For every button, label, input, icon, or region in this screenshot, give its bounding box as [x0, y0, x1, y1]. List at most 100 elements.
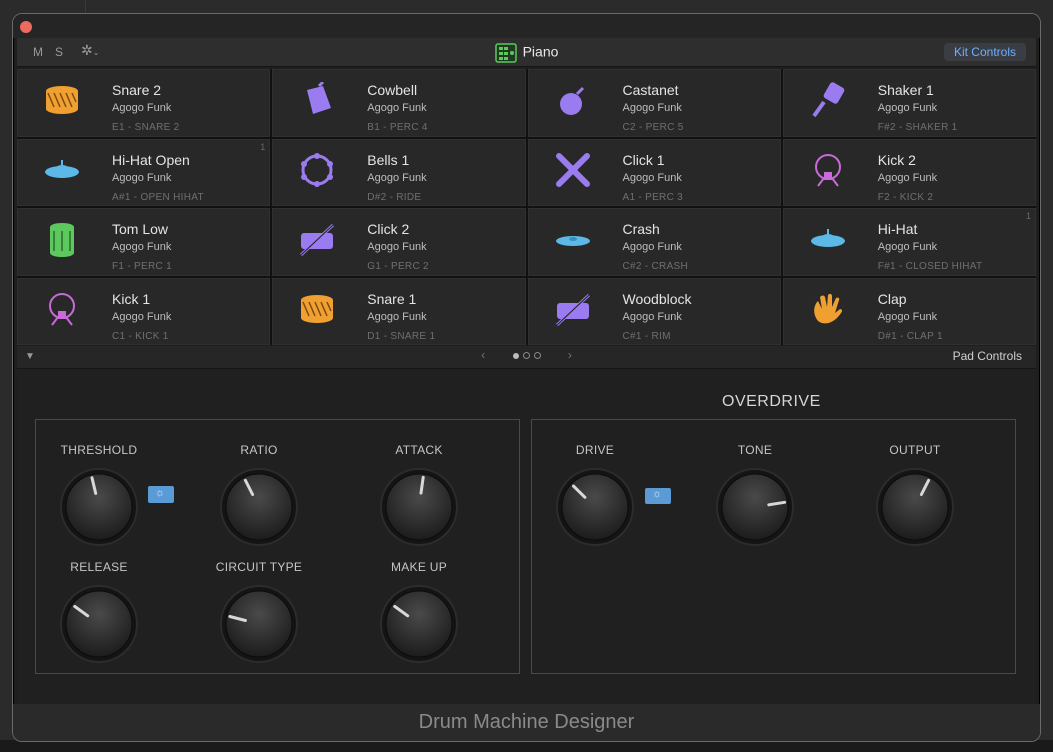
- pad-controls-label[interactable]: Pad Controls: [953, 349, 1022, 363]
- knob-label: TONE: [737, 443, 773, 457]
- pad-note-label: B1 - PERC 4: [367, 122, 428, 133]
- track-title-text: Piano: [522, 43, 559, 60]
- chevron-left-icon[interactable]: ‹: [481, 348, 485, 362]
- pad-note-label: E1 - SNARE 2: [112, 122, 180, 133]
- drum-pad[interactable]: Tom Low Agogo Funk F1 - PERC 1: [17, 208, 271, 276]
- rotary-knob[interactable]: [379, 584, 459, 664]
- pad-note-label: D#1 - CLAP 1: [877, 330, 943, 342]
- knob-label: MAKE UP: [390, 560, 448, 574]
- pad-name: Click 1: [622, 151, 665, 168]
- pad-name: Hi-Hat: [877, 221, 918, 237]
- pad-note-label: C2 - PERC 5: [622, 122, 684, 133]
- drum-pad[interactable]: Kick 2 Agogo Funk F2 - KICK 2: [782, 138, 1036, 206]
- pad-kit-name: Agogo Funk: [877, 171, 938, 184]
- knob-label: THRESHOLD: [60, 443, 138, 457]
- kit-controls-button[interactable]: Kit Controls: [943, 43, 1026, 61]
- pad-kit-name: Agogo Funk: [112, 310, 172, 323]
- rotary-knob[interactable]: [715, 467, 795, 547]
- drum-pad[interactable]: Hi-Hat Open Agogo Funk A#1 - OPEN HIHAT 1: [17, 138, 271, 206]
- rotary-knob[interactable]: [219, 467, 299, 547]
- rotary-knob[interactable]: [219, 584, 299, 664]
- effects-panel: OVERDRIVE THRESHOLD RATIO ATTACK RELEASE…: [17, 369, 1036, 704]
- pad-name: Kick 1: [112, 290, 151, 307]
- drum-pad[interactable]: Woodblock Agogo Funk C#1 - RIM: [527, 277, 781, 345]
- drum-pad[interactable]: Crash Agogo Funk C#2 - CRASH: [527, 208, 781, 276]
- drum-pad[interactable]: Hi-Hat Agogo Funk F#1 - CLOSED HIHAT 1: [782, 208, 1036, 276]
- drum-pad[interactable]: Click 2 Agogo Funk G1 - PERC 2: [272, 208, 526, 276]
- drum-pad[interactable]: Snare 2 Agogo Funk E1 - SNARE 2: [17, 69, 271, 137]
- pad-note-label: A1 - PERC 3: [622, 191, 684, 203]
- pad-name: Cowbell: [367, 82, 418, 98]
- rimshot-icon: [555, 293, 590, 326]
- rotary-knob[interactable]: [379, 467, 459, 547]
- window-titlebar: [13, 14, 1040, 38]
- drum-pad[interactable]: Shaker 1 Agogo Funk F#2 - SHAKER 1: [782, 69, 1036, 137]
- page-dot[interactable]: [512, 352, 519, 359]
- knob-label: OUTPUT: [889, 443, 941, 457]
- pad-name: Clap: [877, 290, 907, 307]
- track-title: Piano: [17, 43, 1036, 63]
- page-dot[interactable]: [522, 352, 530, 360]
- page-dots: [511, 348, 543, 362]
- pad-note-label: F#2 - SHAKER 1: [877, 122, 958, 133]
- pad-kit-name: Agogo Funk: [367, 171, 427, 184]
- kick-drum-icon: [814, 153, 841, 187]
- rotary-knob[interactable]: [875, 467, 955, 547]
- knob-label: DRIVE: [575, 443, 615, 457]
- tambourine-icon: [301, 152, 334, 187]
- drum-pad[interactable]: Clap Agogo Funk D#1 - CLAP 1: [782, 277, 1036, 345]
- pad-name: Hi-Hat Open: [112, 151, 190, 168]
- rotary-knob[interactable]: [59, 584, 139, 664]
- plugin-name: Drum Machine Designer: [418, 711, 635, 733]
- pad-name: Bells 1: [367, 151, 410, 168]
- toggle-glyph-icon: ☼: [652, 488, 663, 500]
- pad-name: Click 2: [367, 221, 410, 237]
- drum-pad[interactable]: Snare 1 Agogo Funk D1 - SNARE 1: [272, 277, 526, 345]
- pad-kit-name: Agogo Funk: [367, 102, 427, 114]
- drum-pad[interactable]: Castanet Agogo Funk C2 - PERC 5: [527, 69, 781, 137]
- pad-kit-name: Agogo Funk: [112, 241, 172, 253]
- compressor-auto-toggle[interactable]: ☼: [148, 486, 174, 503]
- close-window-button[interactable]: [20, 21, 32, 33]
- pad-note-label: C#2 - CRASH: [622, 261, 689, 272]
- knob-label: CIRCUIT TYPE: [215, 560, 303, 574]
- pad-note-label: D1 - SNARE 1: [367, 330, 436, 342]
- pad-note-label: F#1 - CLOSED HIHAT: [877, 261, 983, 272]
- pad-name: Woodblock: [622, 290, 692, 307]
- castanet-icon: [559, 86, 584, 115]
- snare-drum-icon: [46, 86, 78, 114]
- drum-pad[interactable]: Kick 1 Agogo Funk C1 - KICK 1: [17, 277, 271, 345]
- pad-note-label: F1 - PERC 1: [112, 261, 172, 272]
- pad-kit-name: Agogo Funk: [367, 241, 427, 253]
- pad-name: Castanet: [622, 82, 679, 98]
- shaker-icon: [812, 82, 845, 118]
- plugin-footer: Drum Machine Designer: [13, 704, 1040, 741]
- toggle-glyph-icon: ☼: [155, 487, 166, 499]
- rotary-knob[interactable]: [555, 467, 635, 547]
- rotary-knob[interactable]: [59, 467, 139, 547]
- knob-label: RATIO: [240, 443, 278, 457]
- crash-cymbal-icon: [555, 236, 590, 246]
- pad-name: Crash: [622, 221, 660, 237]
- pad-kit-name: Agogo Funk: [877, 310, 938, 323]
- drum-pad[interactable]: Cowbell Agogo Funk B1 - PERC 4: [272, 69, 526, 137]
- pad-kit-name: Agogo Funk: [367, 310, 427, 323]
- chevron-right-icon[interactable]: ›: [568, 348, 572, 362]
- pad-grid: Snare 2 Agogo Funk E1 - SNARE 2 Cowbell Agog…: [17, 69, 1036, 345]
- pad-note-label: C1 - KICK 1: [112, 330, 169, 342]
- tom-drum-icon: [50, 223, 74, 257]
- pad-kit-name: Agogo Funk: [622, 241, 682, 253]
- pad-note-label: C#1 - RIM: [622, 330, 671, 342]
- pad-note-label: G1 - PERC 2: [367, 261, 429, 272]
- pad-kit-name: Agogo Funk: [622, 102, 682, 114]
- knob-label: ATTACK: [395, 443, 443, 457]
- overdrive-title: OVERDRIVE: [722, 393, 821, 410]
- cowbell-icon: [307, 82, 332, 114]
- drum-pad[interactable]: Bells 1 Agogo Funk D#2 - RIDE: [272, 138, 526, 206]
- page-dot[interactable]: [533, 352, 541, 360]
- pad-choke-group-badge: 1: [1025, 211, 1031, 221]
- rimshot-icon: [300, 223, 335, 257]
- drum-pad[interactable]: Click 1 Agogo Funk A1 - PERC 3: [527, 138, 781, 206]
- pad-name: Shaker 1: [877, 82, 934, 98]
- overdrive-link-toggle[interactable]: ☼: [645, 488, 671, 504]
